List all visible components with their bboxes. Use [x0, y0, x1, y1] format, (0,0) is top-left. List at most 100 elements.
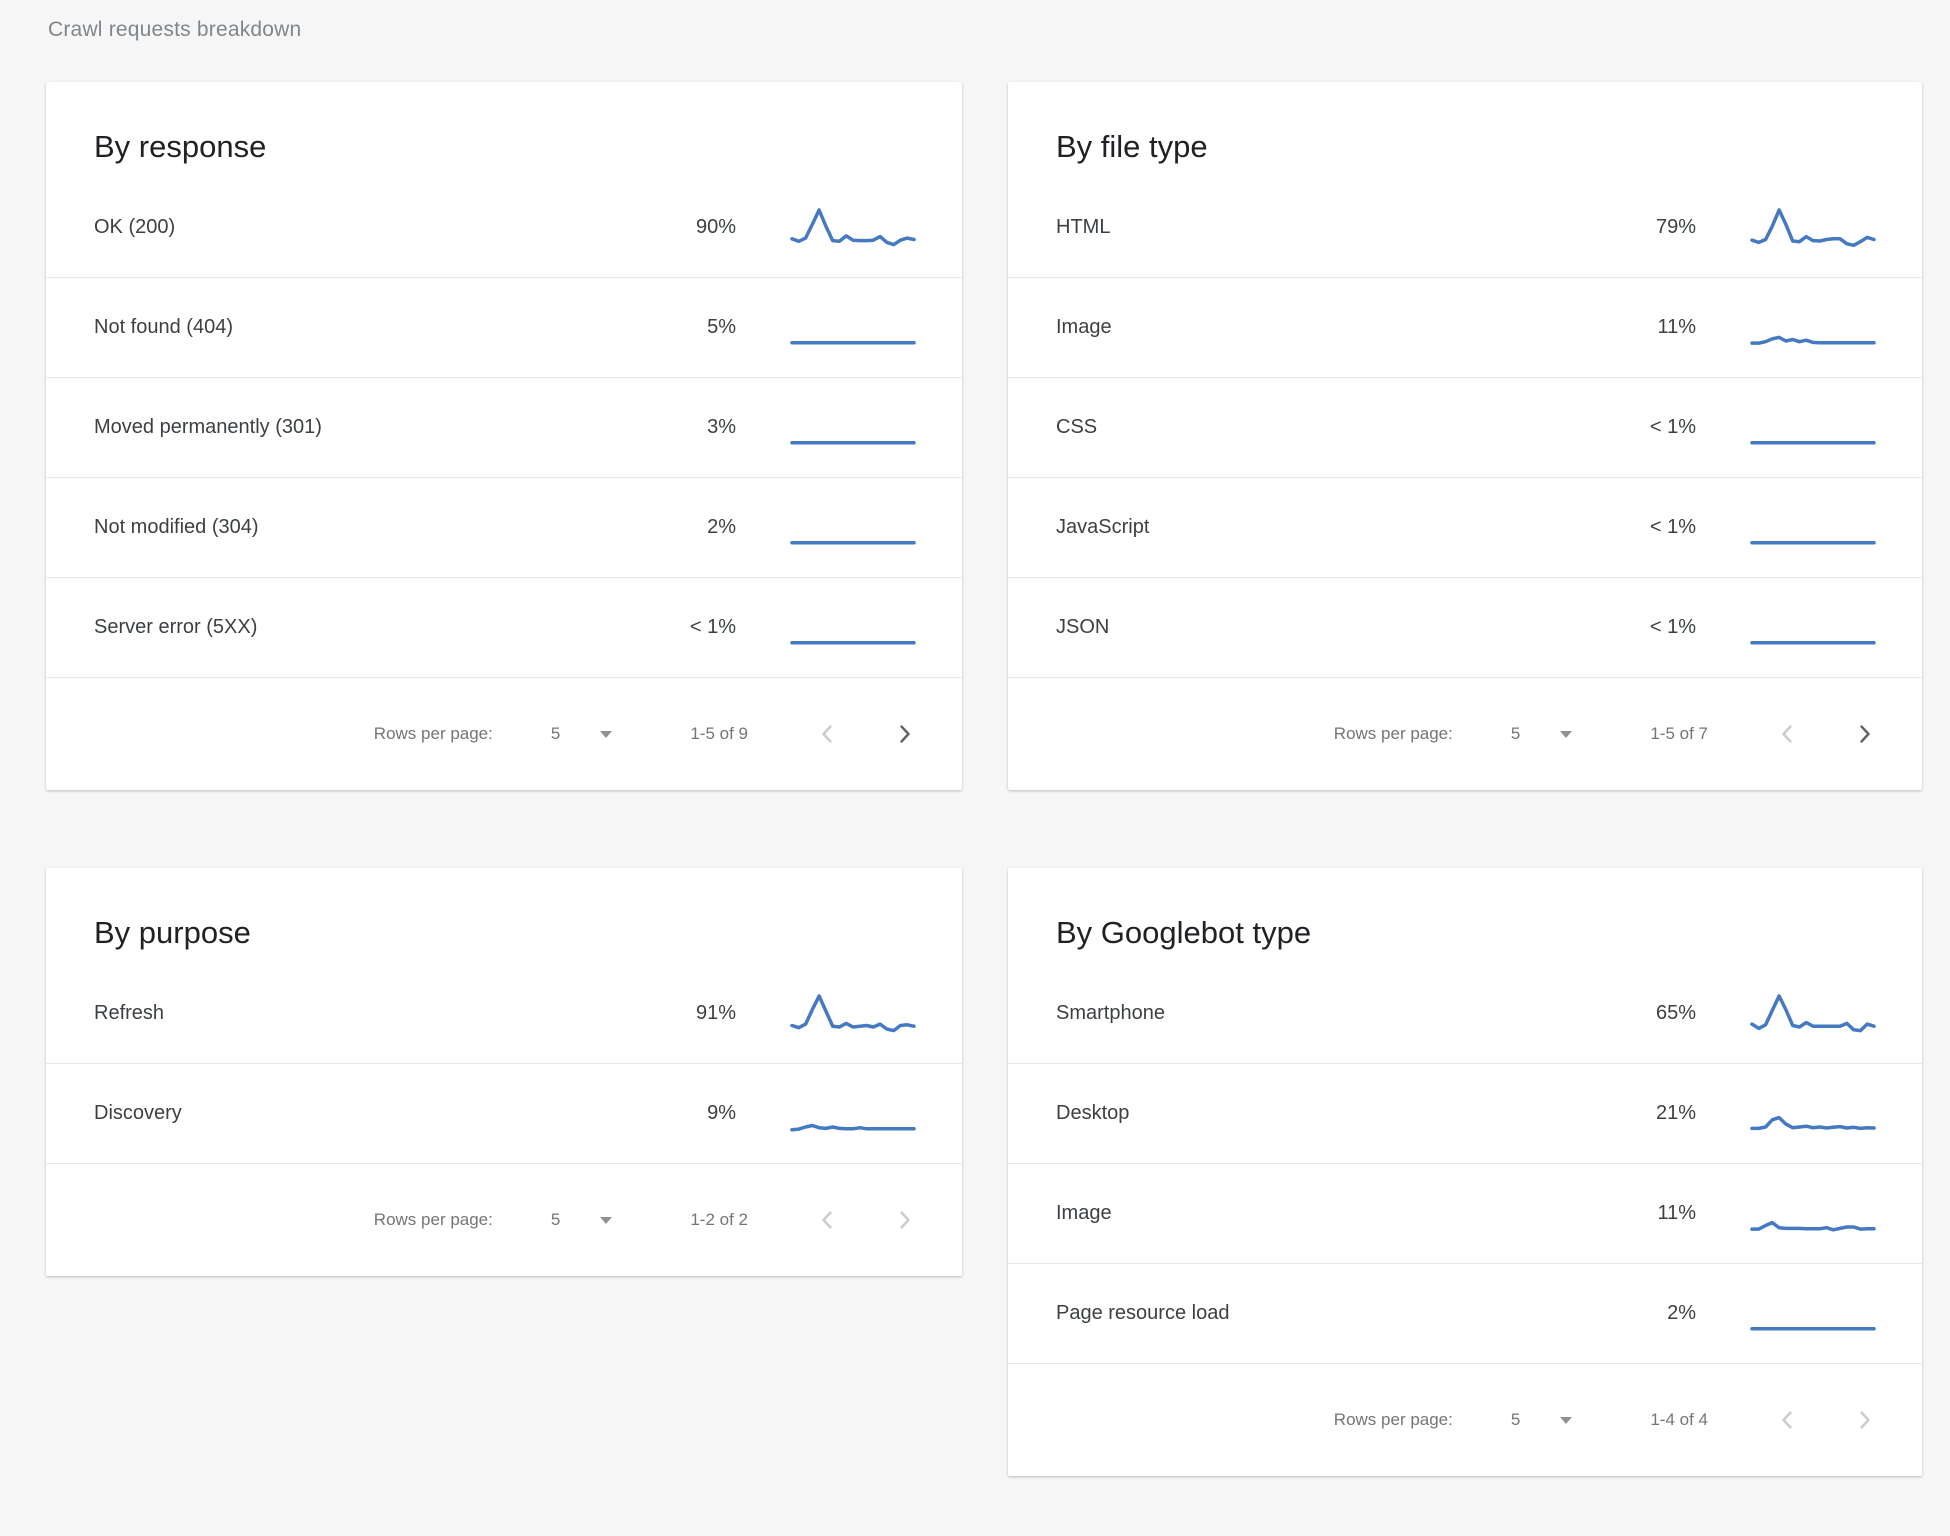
row-value: < 1%	[1596, 516, 1696, 539]
card-rows: HTML79%Image11%CSS< 1%JavaScript< 1%JSON…	[1008, 178, 1922, 678]
card-title: By response	[46, 82, 962, 178]
row-sparkline	[788, 606, 918, 650]
row-label: Refresh	[94, 1002, 636, 1025]
rows-per-page-select[interactable]: 5	[551, 724, 612, 744]
row-sparkline	[1748, 406, 1878, 450]
row-label: OK (200)	[94, 216, 636, 239]
rows-per-page-value: 5	[1511, 724, 1520, 744]
prev-page-button[interactable]	[816, 1206, 837, 1234]
page-title: Crawl requests breakdown	[48, 18, 301, 42]
row-label: Server error (5XX)	[94, 616, 636, 639]
row-sparkline	[1748, 1192, 1878, 1236]
table-row[interactable]: Image11%	[1008, 278, 1922, 378]
table-row[interactable]: JSON< 1%	[1008, 578, 1922, 678]
next-page-button[interactable]	[1855, 1406, 1876, 1434]
pagination-range: 1-2 of 2	[690, 1210, 748, 1230]
dropdown-arrow-icon	[600, 1217, 612, 1224]
sparkline-chart	[788, 1092, 918, 1136]
row-value: 5%	[636, 316, 736, 339]
row-label: Not modified (304)	[94, 516, 636, 539]
table-row[interactable]: Not modified (304)2%	[46, 478, 962, 578]
table-row[interactable]: Smartphone65%	[1008, 964, 1922, 1064]
next-page-button[interactable]	[895, 720, 916, 748]
row-sparkline	[1748, 606, 1878, 650]
next-page-button[interactable]	[1855, 720, 1876, 748]
sparkline-chart	[788, 992, 918, 1036]
row-value: 91%	[636, 1002, 736, 1025]
chevron-right-icon	[1859, 724, 1872, 744]
table-row[interactable]: JavaScript< 1%	[1008, 478, 1922, 578]
row-value: 11%	[1596, 1202, 1696, 1225]
chevron-left-icon	[820, 1210, 833, 1230]
chevron-right-icon	[899, 724, 912, 744]
sparkline-chart	[788, 306, 918, 350]
table-row[interactable]: Moved permanently (301)3%	[46, 378, 962, 478]
row-sparkline	[788, 406, 918, 450]
rows-per-page-label: Rows per page:	[1334, 1410, 1453, 1430]
prev-page-button[interactable]	[1776, 1406, 1797, 1434]
rows-per-page-value: 5	[551, 1210, 560, 1230]
rows-per-page-select[interactable]: 5	[551, 1210, 612, 1230]
chevron-left-icon	[1780, 724, 1793, 744]
pagination-bar: Rows per page: 5 1-2 of 2	[46, 1164, 962, 1276]
row-label: Image	[1056, 316, 1596, 339]
table-row[interactable]: HTML79%	[1008, 178, 1922, 278]
next-page-button[interactable]	[895, 1206, 916, 1234]
prev-page-button[interactable]	[1776, 720, 1797, 748]
row-label: Smartphone	[1056, 1002, 1596, 1025]
dropdown-arrow-icon	[1560, 1417, 1572, 1424]
rows-per-page-value: 5	[551, 724, 560, 744]
sparkline-chart	[1748, 506, 1878, 550]
table-row[interactable]: CSS< 1%	[1008, 378, 1922, 478]
table-row[interactable]: Discovery9%	[46, 1064, 962, 1164]
row-value: 2%	[1596, 1302, 1696, 1325]
sparkline-chart	[1748, 1092, 1878, 1136]
row-label: JSON	[1056, 616, 1596, 639]
sparkline-chart	[788, 506, 918, 550]
row-sparkline	[1748, 992, 1878, 1036]
rows-per-page-select[interactable]: 5	[1511, 1410, 1572, 1430]
sparkline-chart	[788, 206, 918, 250]
row-value: < 1%	[1596, 616, 1696, 639]
row-value: 21%	[1596, 1102, 1696, 1125]
chevron-right-icon	[1859, 1410, 1872, 1430]
dropdown-arrow-icon	[600, 731, 612, 738]
rows-per-page-label: Rows per page:	[374, 724, 493, 744]
table-row[interactable]: Refresh91%	[46, 964, 962, 1064]
row-sparkline	[1748, 306, 1878, 350]
table-row[interactable]: OK (200)90%	[46, 178, 962, 278]
row-value: < 1%	[636, 616, 736, 639]
pagination-bar: Rows per page: 5 1-5 of 9	[46, 678, 962, 790]
row-sparkline	[788, 506, 918, 550]
row-label: Not found (404)	[94, 316, 636, 339]
row-value: 65%	[1596, 1002, 1696, 1025]
row-sparkline	[1748, 206, 1878, 250]
row-sparkline	[788, 306, 918, 350]
rows-per-page-value: 5	[1511, 1410, 1520, 1430]
rows-per-page-select[interactable]: 5	[1511, 724, 1572, 744]
card-rows: OK (200)90%Not found (404)5%Moved perman…	[46, 178, 962, 678]
sparkline-chart	[1748, 1292, 1878, 1336]
card-rows: Smartphone65%Desktop21%Image11%Page reso…	[1008, 964, 1922, 1364]
pagination-range: 1-5 of 9	[690, 724, 748, 744]
card-by-googlebot-type: By Googlebot type Smartphone65%Desktop21…	[1008, 868, 1922, 1476]
row-value: < 1%	[1596, 416, 1696, 439]
table-row[interactable]: Page resource load2%	[1008, 1264, 1922, 1364]
table-row[interactable]: Image11%	[1008, 1164, 1922, 1264]
row-value: 79%	[1596, 216, 1696, 239]
pagination-range: 1-4 of 4	[1650, 1410, 1708, 1430]
table-row[interactable]: Desktop21%	[1008, 1064, 1922, 1164]
table-row[interactable]: Not found (404)5%	[46, 278, 962, 378]
row-sparkline	[1748, 1292, 1878, 1336]
row-label: Desktop	[1056, 1102, 1596, 1125]
prev-page-button[interactable]	[816, 720, 837, 748]
pagination-bar: Rows per page: 5 1-5 of 7	[1008, 678, 1922, 790]
sparkline-chart	[788, 406, 918, 450]
card-title: By purpose	[46, 868, 962, 964]
card-by-purpose: By purpose Refresh91%Discovery9% Rows pe…	[46, 868, 962, 1276]
sparkline-chart	[1748, 206, 1878, 250]
sparkline-chart	[1748, 1192, 1878, 1236]
row-value: 90%	[636, 216, 736, 239]
card-by-file-type: By file type HTML79%Image11%CSS< 1%JavaS…	[1008, 82, 1922, 790]
table-row[interactable]: Server error (5XX)< 1%	[46, 578, 962, 678]
